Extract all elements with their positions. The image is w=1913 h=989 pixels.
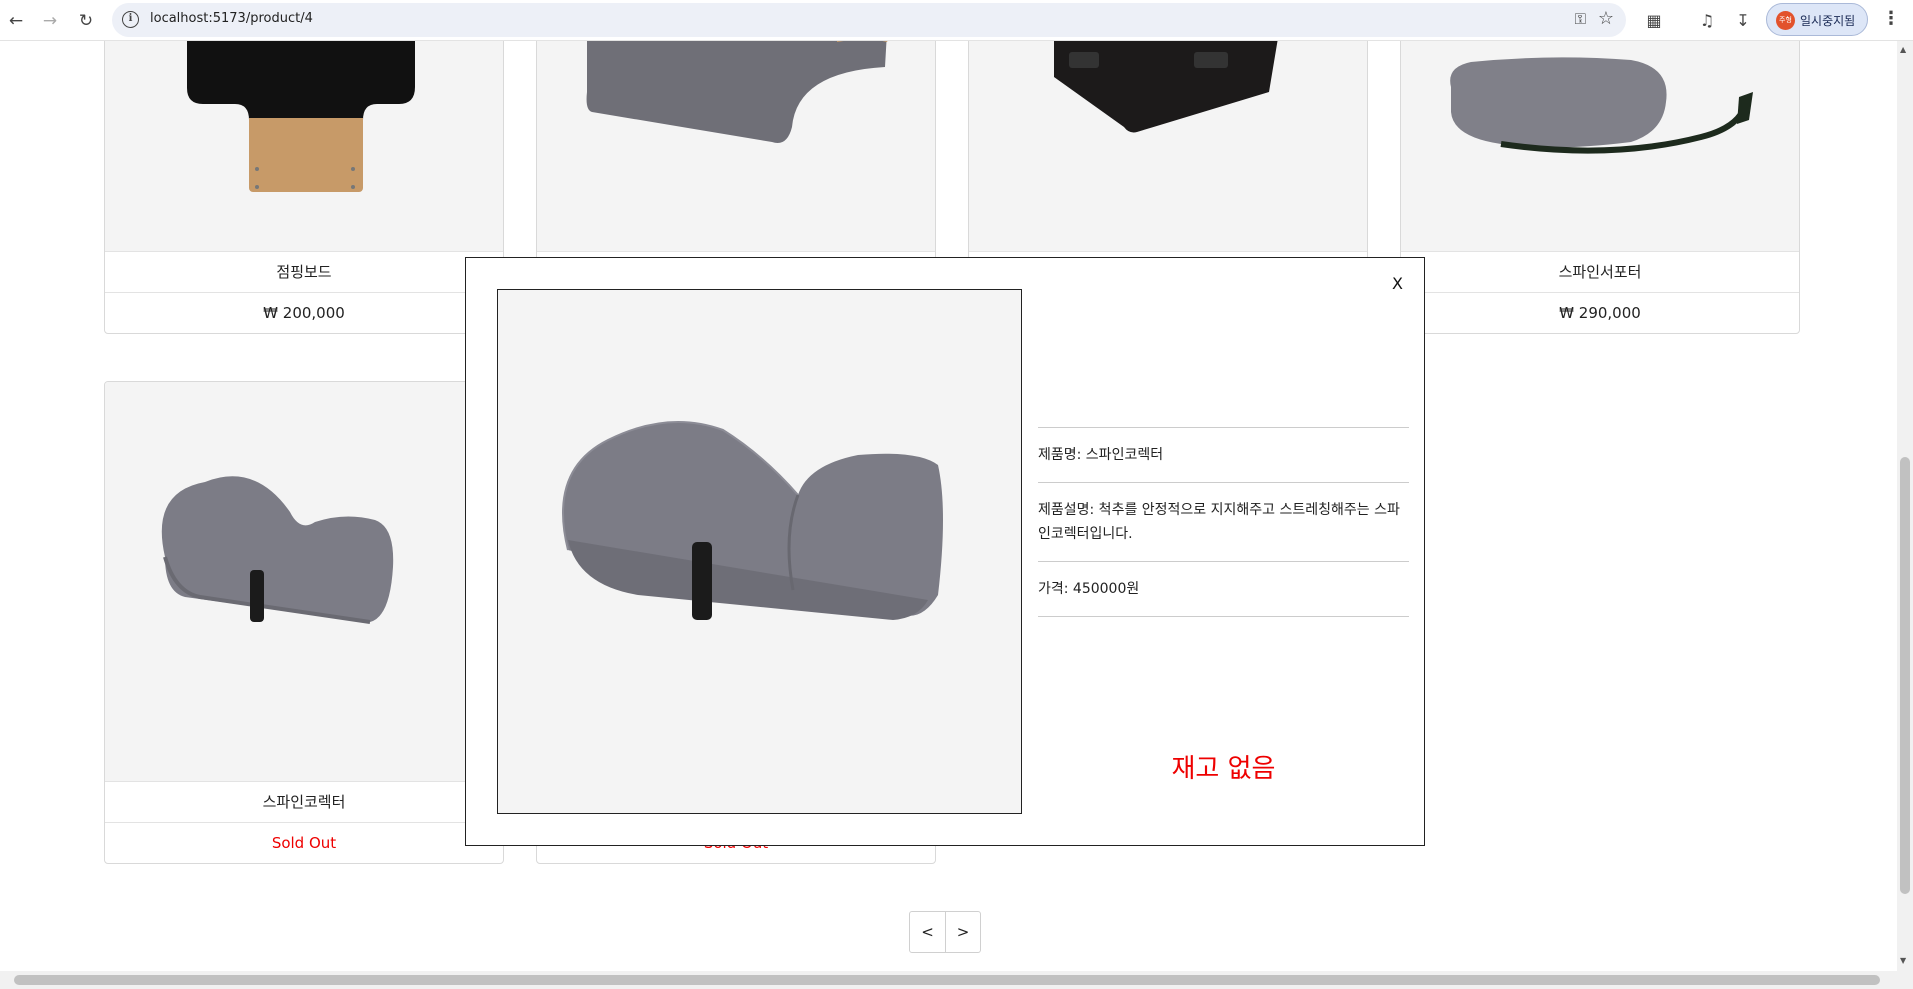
scrollbar-thumb[interactable]	[1900, 457, 1910, 894]
product-name: 점핑보드	[105, 251, 503, 292]
back-icon[interactable]: ←	[2, 7, 30, 35]
product-detail-modal: X 제품명: 스파인코렉터 제품설명: 척추를 안정적으로 지지해주고 스트레칭…	[465, 257, 1425, 846]
product-card[interactable]: 스파인코렉터 Sold Out	[104, 381, 504, 864]
product-info: 제품명: 스파인코렉터 제품설명: 척추를 안정적으로 지지해주고 스트레칭해주…	[1038, 427, 1409, 617]
next-page-button[interactable]: >	[945, 912, 980, 952]
product-page: 점핑보드 ₩ 200,000 스파인서포터 ₩ 290,000 스파인코렉터 S…	[0, 41, 1897, 971]
download-icon[interactable]: ↧	[1730, 7, 1756, 33]
product-price: ₩ 200,000	[105, 292, 503, 333]
browser-toolbar: ← → ↻ i localhost:5173/product/4 ⚿ ☆ ▦ ♫…	[0, 0, 1913, 41]
scroll-up-icon[interactable]: ▲	[1900, 45, 1906, 54]
product-price: ₩ 290,000	[1401, 292, 1799, 333]
product-image	[105, 41, 503, 251]
product-name-row: 제품명: 스파인코렉터	[1038, 427, 1409, 482]
profile-button[interactable]: 주형 일시중지됨	[1766, 3, 1868, 36]
close-button[interactable]: X	[1392, 274, 1403, 293]
avatar: 주형	[1776, 11, 1795, 30]
product-card[interactable]: 스파인서포터 ₩ 290,000	[1400, 41, 1800, 334]
product-image	[969, 41, 1367, 251]
vertical-scrollbar[interactable]: ▲ ▼	[1897, 41, 1913, 971]
product-description-row: 제품설명: 척추를 안정적으로 지지해주고 스트레칭해주는 스파인코렉터입니다.	[1038, 482, 1409, 561]
address-bar[interactable]: i localhost:5173/product/4 ⚿ ☆	[112, 3, 1626, 37]
product-image	[105, 382, 503, 781]
profile-label: 일시중지됨	[1800, 14, 1856, 28]
product-image	[537, 41, 935, 251]
product-image	[1401, 41, 1799, 251]
extensions-icon[interactable]: ▦	[1641, 7, 1667, 33]
stock-status: 재고 없음	[1171, 754, 1276, 784]
key-icon[interactable]: ⚿	[1575, 10, 1586, 28]
product-price: Sold Out	[105, 822, 503, 863]
url-text[interactable]: localhost:5173/product/4	[150, 11, 313, 26]
media-icon[interactable]: ♫	[1694, 7, 1720, 33]
product-price-row: 가격: 450000원	[1038, 561, 1409, 617]
product-card[interactable]: 점핑보드 ₩ 200,000	[104, 41, 504, 334]
forward-icon[interactable]: →	[36, 7, 64, 35]
reload-icon[interactable]: ↻	[72, 7, 100, 35]
scrollbar-thumb[interactable]	[14, 975, 1880, 985]
menu-icon[interactable]: ⋮	[1882, 8, 1900, 29]
scroll-down-icon[interactable]: ▼	[1900, 956, 1906, 965]
product-name: 스파인서포터	[1401, 251, 1799, 292]
horizontal-scrollbar[interactable]	[0, 971, 1913, 989]
site-info-icon[interactable]: i	[122, 11, 139, 28]
star-icon[interactable]: ☆	[1598, 8, 1614, 29]
pagination: < >	[909, 911, 981, 953]
product-detail-image	[497, 289, 1022, 814]
product-name: 스파인코렉터	[105, 781, 503, 822]
prev-page-button[interactable]: <	[910, 912, 945, 952]
